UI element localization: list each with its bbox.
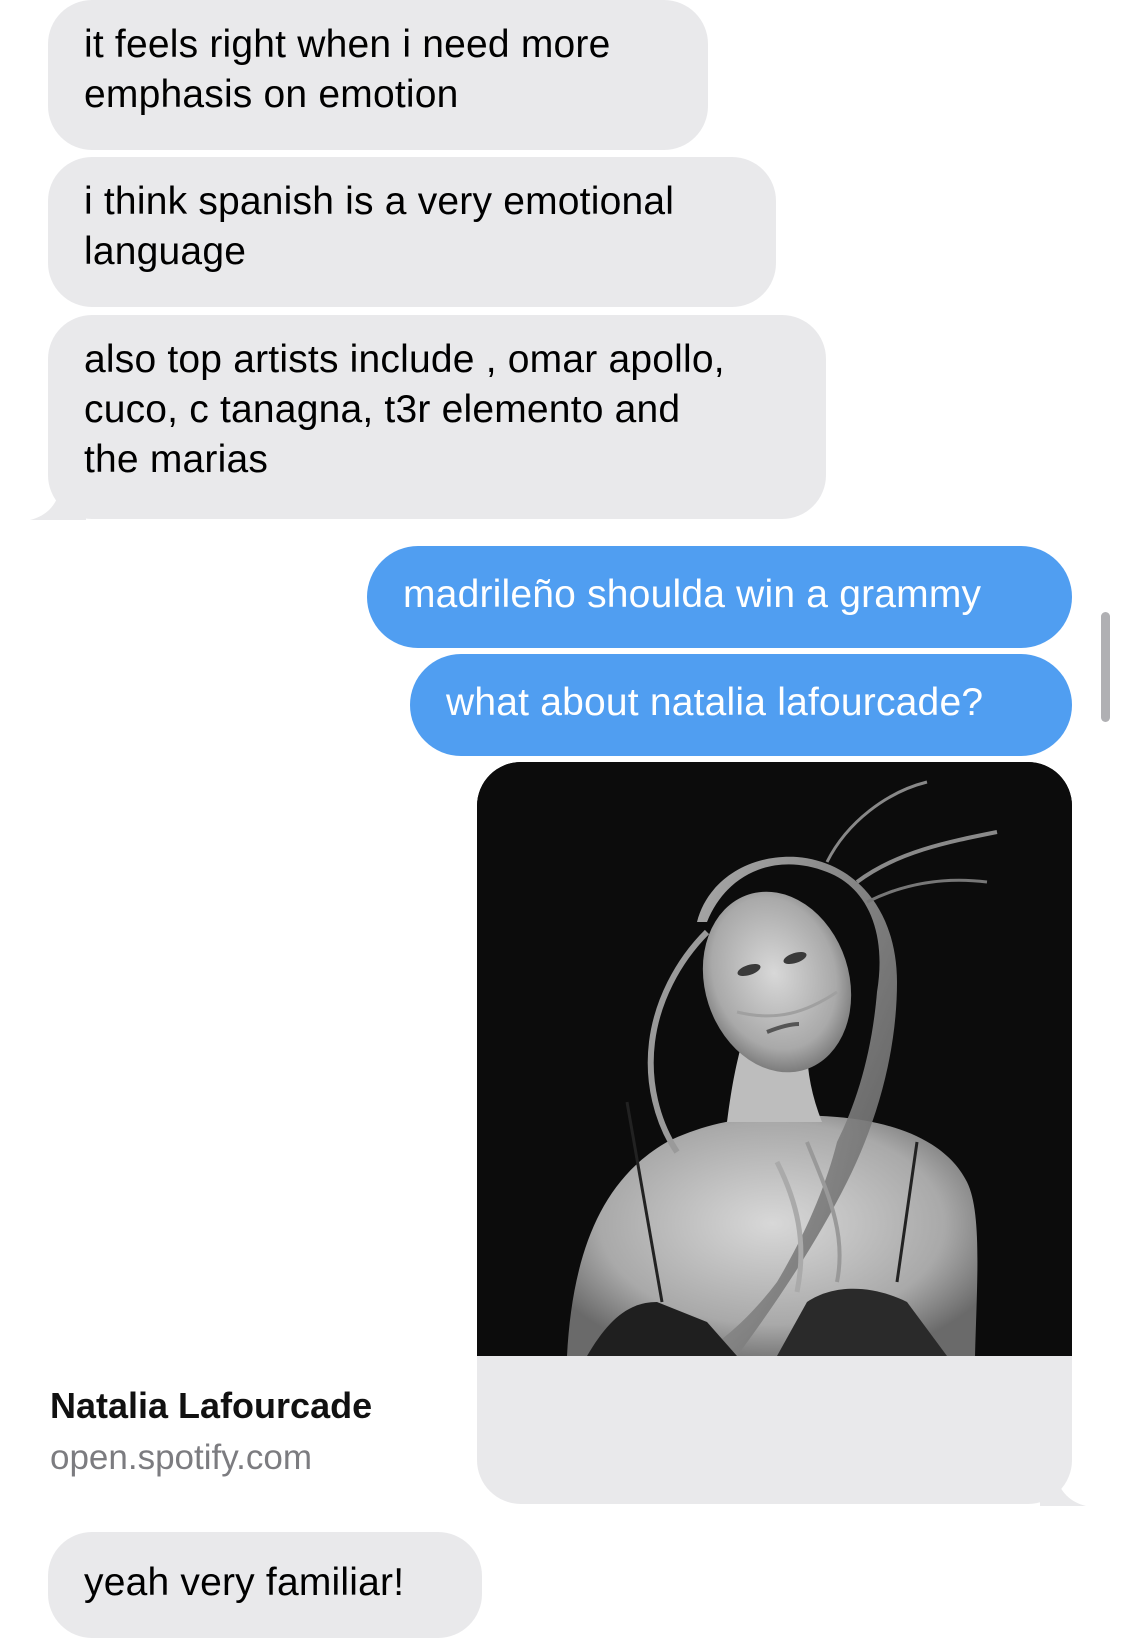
outgoing-message-bubble[interactable]: madrileño shoulda win a grammy — [367, 546, 1072, 648]
link-preview-image — [477, 762, 1072, 1356]
incoming-message-bubble[interactable]: yeah very familiar! — [48, 1532, 482, 1638]
incoming-message-bubble[interactable]: it feels right when i need more emphasis… — [48, 0, 708, 150]
link-preview-title: Natalia Lafourcade — [50, 1385, 373, 1426]
incoming-message-bubble[interactable]: i think spanish is a very emotional lang… — [48, 157, 776, 307]
link-preview-domain: open.spotify.com — [50, 1438, 312, 1477]
link-preview-card[interactable] — [477, 762, 1072, 1504]
scroll-indicator[interactable] — [1101, 612, 1110, 722]
outgoing-message-bubble[interactable]: what about natalia lafourcade? — [410, 654, 1072, 756]
incoming-message-bubble[interactable]: also top artists include , omar apollo, … — [48, 315, 826, 519]
message-thread[interactable]: it feels right when i need more emphasis… — [0, 0, 1125, 1646]
